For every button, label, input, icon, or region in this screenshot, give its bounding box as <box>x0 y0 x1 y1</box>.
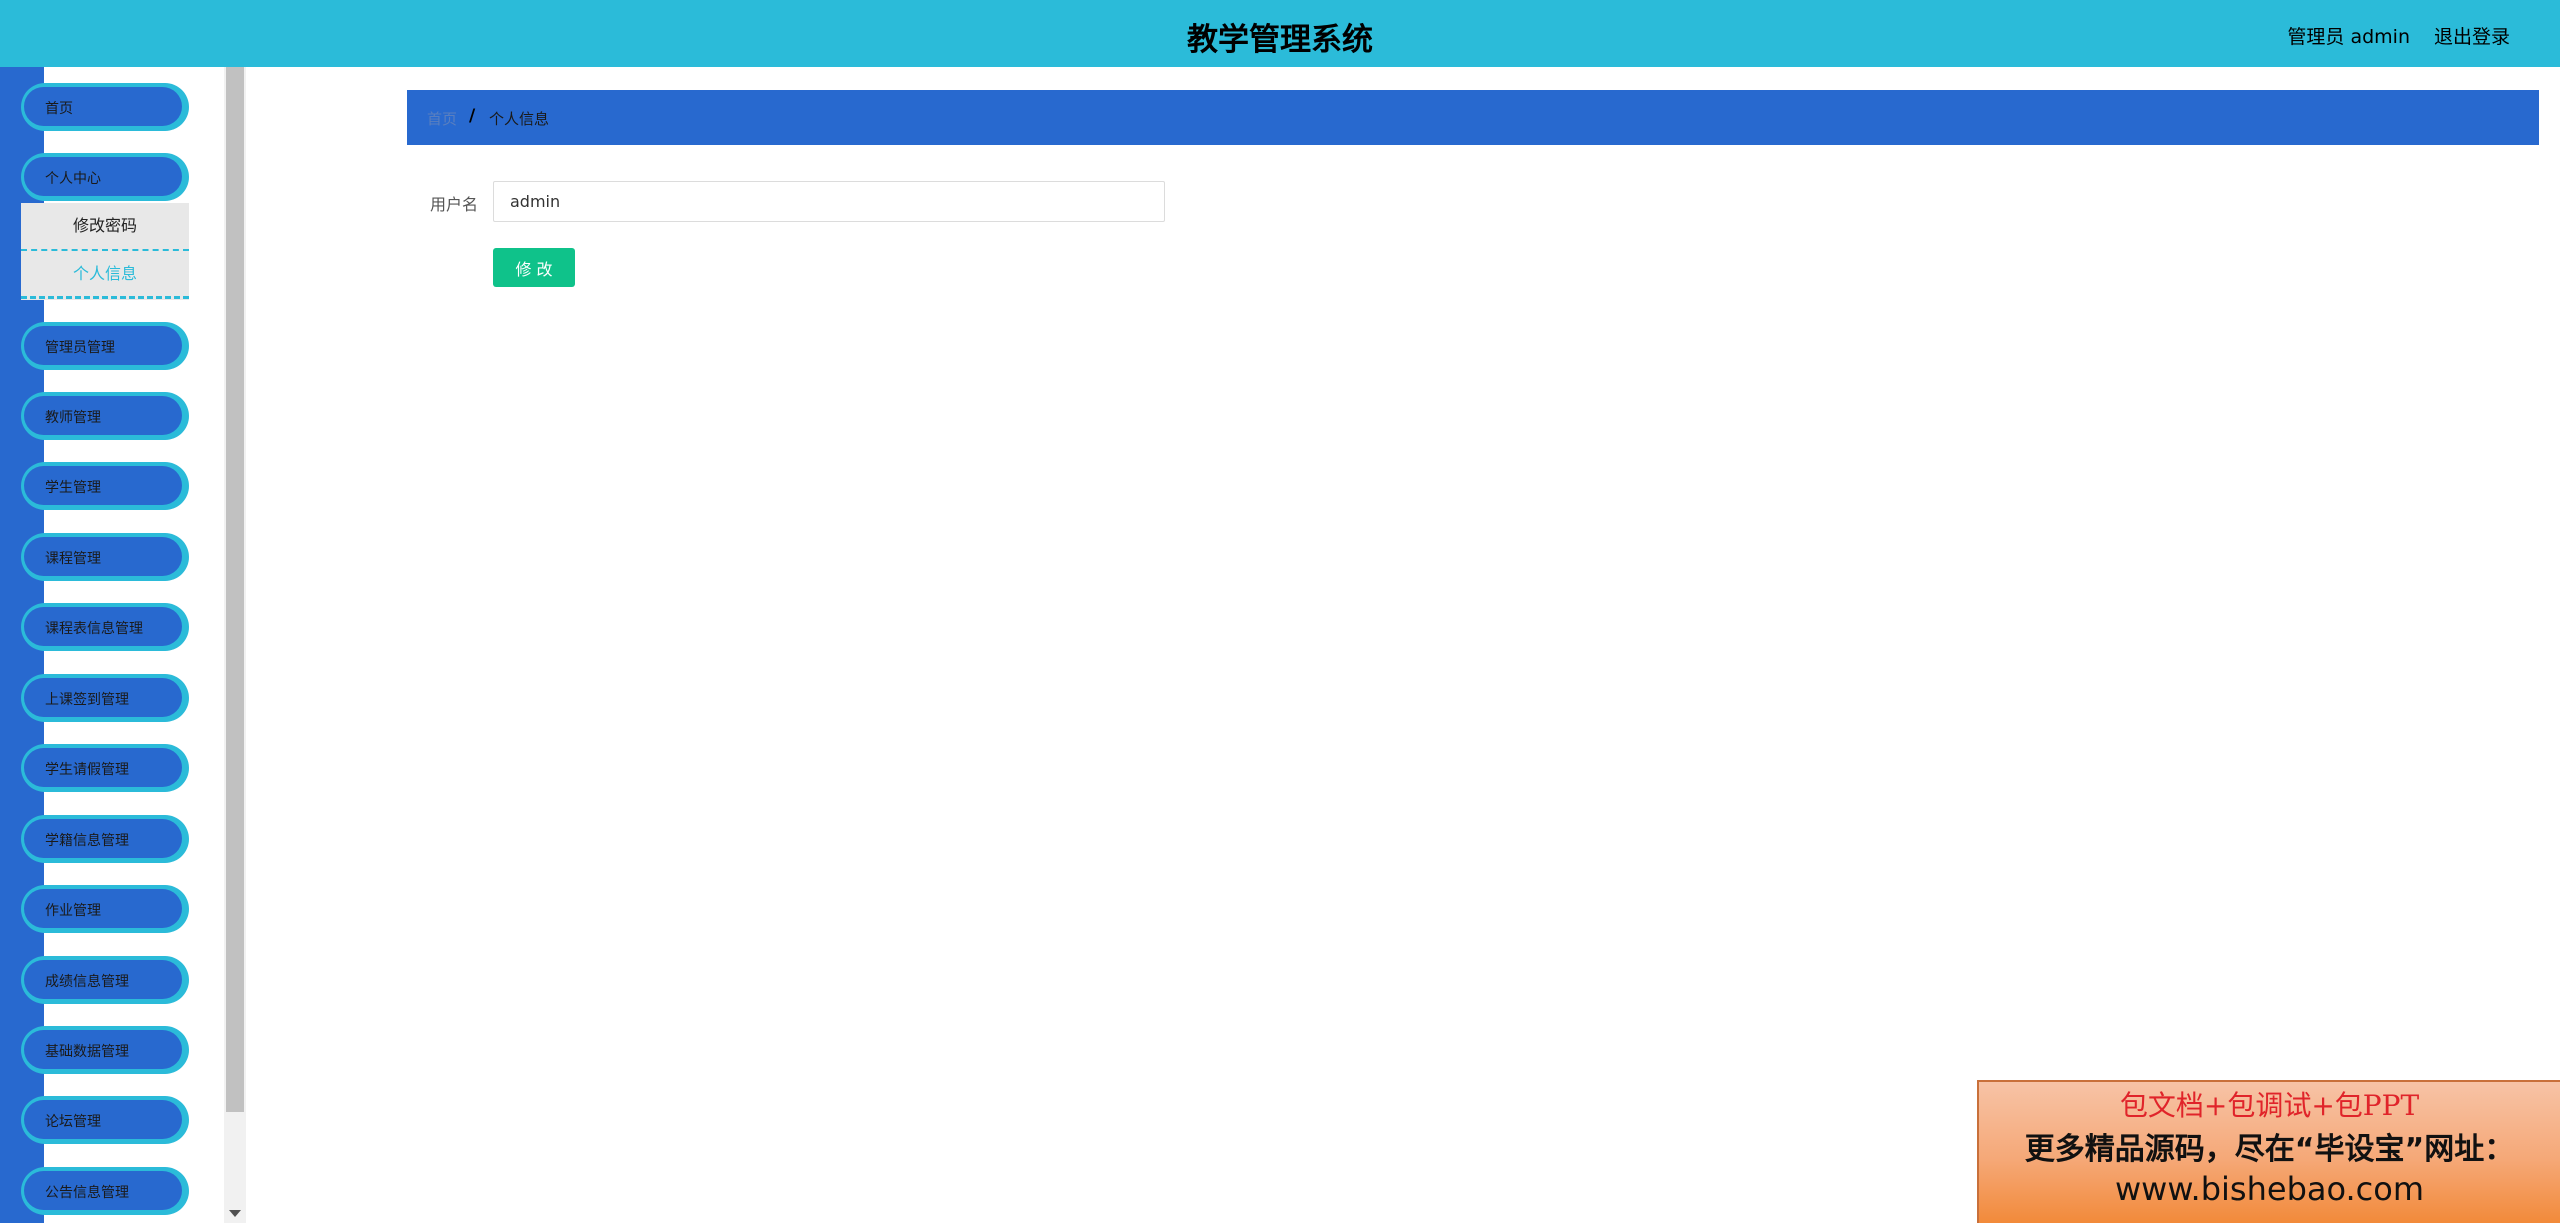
username-label: 用户名 <box>430 195 479 214</box>
sidebar-item-grades-management[interactable]: 成绩信息管理 <box>21 956 189 1004</box>
submenu-personal-info[interactable]: 个人信息 <box>21 251 189 299</box>
ad-headline: 更多精品源码，尽在“毕设宝”网址： <box>2024 1132 2515 1167</box>
personal-center-submenu: 修改密码 个人信息 <box>21 203 189 300</box>
ad-banner[interactable]: 包文档+包调试+包PPT 更多精品源码，尽在“毕设宝”网址： www.bishe… <box>1977 1080 2560 1223</box>
scrollbar-thumb[interactable] <box>226 67 244 1112</box>
submenu-change-password[interactable]: 修改密码 <box>21 203 189 251</box>
sidebar-item-label: 课程表信息管理 <box>45 621 143 637</box>
breadcrumb: 首页 / 个人信息 <box>407 90 2539 145</box>
sidebar-item-homework-management[interactable]: 作业管理 <box>21 885 189 933</box>
sidebar-item-label: 作业管理 <box>45 903 101 919</box>
sidebar-item-label: 基础数据管理 <box>45 1044 129 1060</box>
sidebar-item-forum-management[interactable]: 论坛管理 <box>21 1096 189 1144</box>
sidebar-item-label: 公告信息管理 <box>45 1185 129 1201</box>
username-input[interactable] <box>493 181 1165 222</box>
sidebar-item-label: 首页 <box>45 101 73 117</box>
top-header: 教学管理系统 管理员 admin 退出登录 <box>0 0 2560 67</box>
sidebar-scrollbar[interactable] <box>224 67 246 1223</box>
sidebar-item-label: 学籍信息管理 <box>45 833 129 849</box>
scroll-down-arrow-icon[interactable] <box>229 1210 241 1217</box>
sidebar-item-admin-management[interactable]: 管理员管理 <box>21 322 189 370</box>
sidebar-item-label: 个人中心 <box>45 171 101 187</box>
sidebar-item-leave-management[interactable]: 学生请假管理 <box>21 744 189 792</box>
sidebar-item-label: 管理员管理 <box>45 340 115 356</box>
logout-link[interactable]: 退出登录 <box>2434 22 2510 49</box>
sidebar-item-teacher-management[interactable]: 教师管理 <box>21 392 189 440</box>
ad-tagline: 包文档+包调试+包PPT <box>2119 1089 2420 1122</box>
breadcrumb-home-link[interactable]: 首页 <box>427 108 457 129</box>
app-title: 教学管理系统 <box>1187 22 1373 58</box>
sidebar-item-label: 成绩信息管理 <box>45 974 129 990</box>
breadcrumb-separator: / <box>469 106 476 126</box>
sidebar-item-personal-center[interactable]: 个人中心 <box>21 153 189 201</box>
sidebar-item-label: 上课签到管理 <box>45 692 129 708</box>
sidebar-item-label: 学生管理 <box>45 480 101 496</box>
breadcrumb-current: 个人信息 <box>489 110 550 128</box>
sidebar-item-signin-management[interactable]: 上课签到管理 <box>21 674 189 722</box>
sidebar-item-notice-management[interactable]: 公告信息管理 <box>21 1167 189 1215</box>
sidebar-item-label: 论坛管理 <box>45 1114 101 1130</box>
sidebar-item-home[interactable]: 首页 <box>21 83 189 131</box>
sidebar-item-schedule-management[interactable]: 课程表信息管理 <box>21 603 189 651</box>
sidebar-item-label: 学生请假管理 <box>45 762 129 778</box>
sidebar-item-course-management[interactable]: 课程管理 <box>21 533 189 581</box>
sidebar-item-student-management[interactable]: 学生管理 <box>21 462 189 510</box>
sidebar-item-basic-data-management[interactable]: 基础数据管理 <box>21 1026 189 1074</box>
current-user: 管理员 admin <box>2287 26 2410 48</box>
ad-url: www.bishebao.com <box>2114 1170 2425 1208</box>
modify-button[interactable]: 修 改 <box>493 248 575 287</box>
sidebar-item-enrollment-management[interactable]: 学籍信息管理 <box>21 815 189 863</box>
sidebar-item-label: 课程管理 <box>45 551 101 567</box>
sidebar-item-label: 教师管理 <box>45 410 101 426</box>
